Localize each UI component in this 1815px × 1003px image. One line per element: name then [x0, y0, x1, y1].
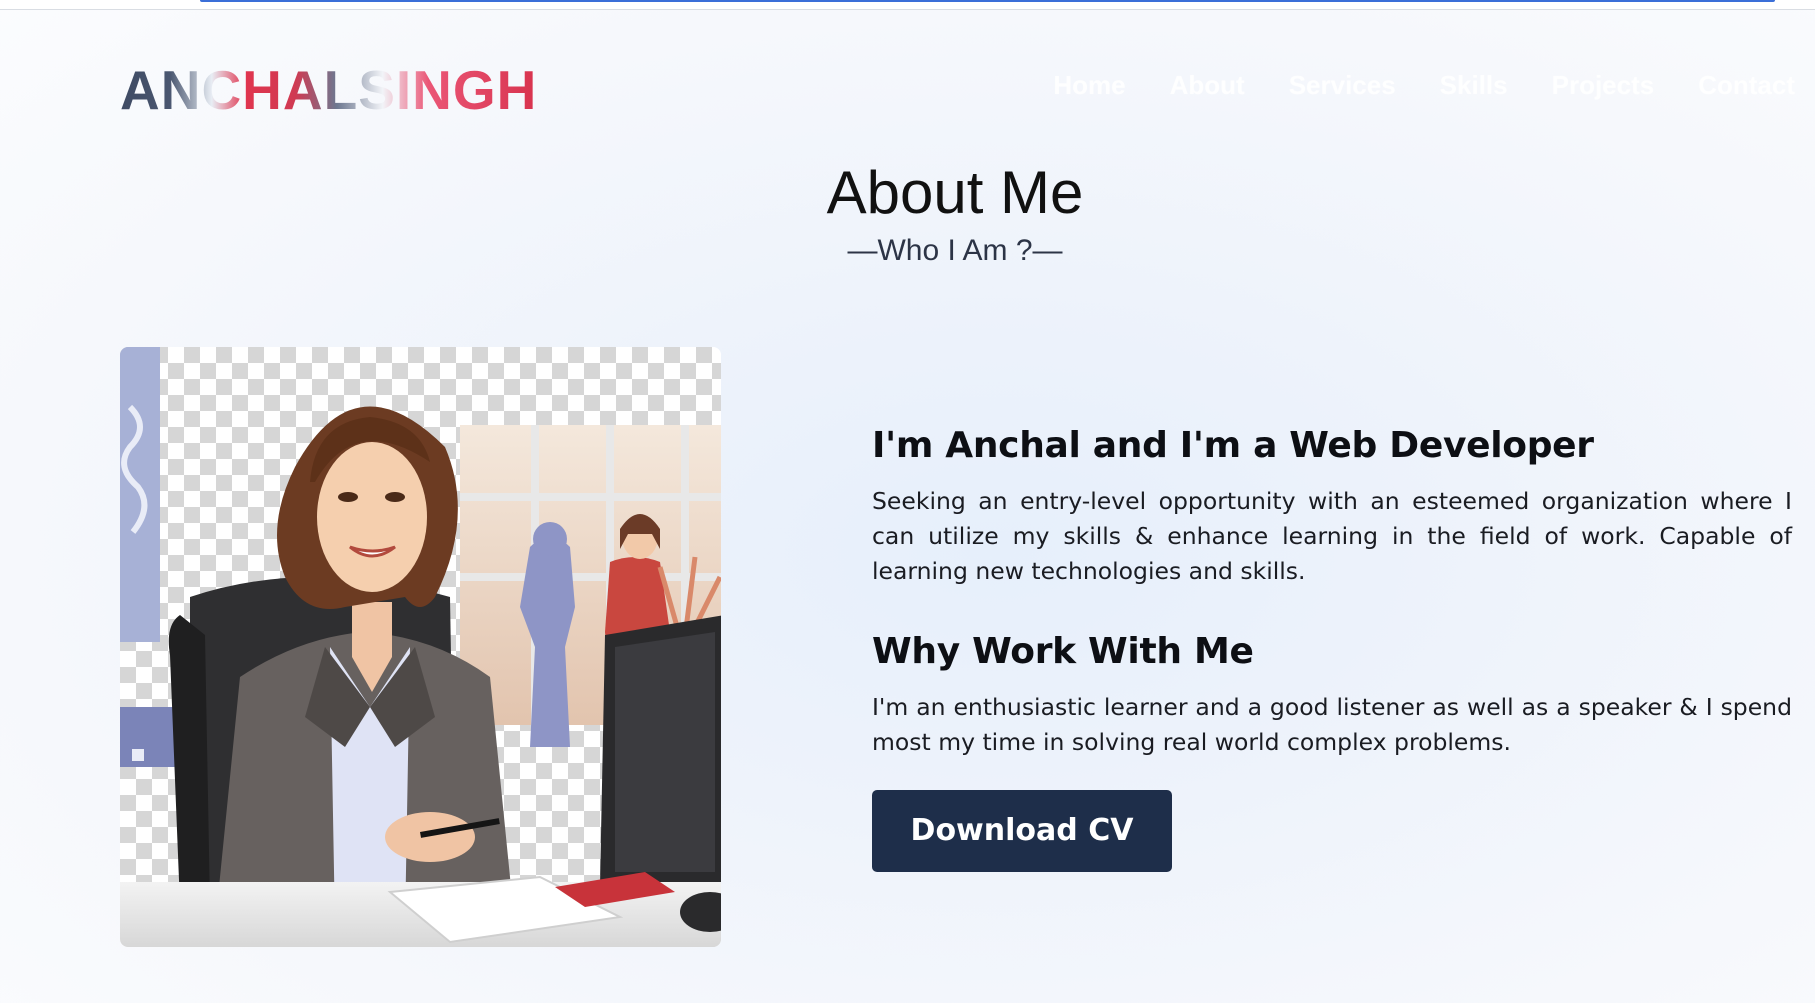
section-title: About Me: [826, 159, 1084, 226]
why-heading: Why Work With Me: [872, 631, 1254, 672]
section-subtitle: —Who I Am ?—: [847, 234, 1063, 267]
about-content: I'm Anchal and I'm a Web Developer Seeki…: [872, 425, 1792, 872]
profile-illustration: [120, 347, 721, 947]
intro-paragraph: Seeking an entry-level opportunity with …: [872, 487, 1792, 585]
nav-about[interactable]: About: [1170, 70, 1245, 101]
main-nav: Home About Services Skills Projects Cont…: [1009, 70, 1795, 101]
page-progress-bar: [200, 0, 1775, 2]
download-cv-button[interactable]: Download CV: [872, 790, 1172, 872]
office-woman-illustration: [120, 347, 721, 947]
why-paragraph: I'm an enthusiastic learner and a good l…: [872, 693, 1792, 756]
nav-skills[interactable]: Skills: [1440, 70, 1508, 101]
intro-heading: I'm Anchal and I'm a Web Developer: [872, 425, 1594, 466]
nav-contact[interactable]: Contact: [1698, 70, 1795, 101]
nav-home[interactable]: Home: [1053, 70, 1125, 101]
nav-services[interactable]: Services: [1289, 70, 1396, 101]
site-logo[interactable]: ANCHALSINGH: [120, 58, 537, 122]
nav-projects[interactable]: Projects: [1552, 70, 1655, 101]
browser-top-strip: [0, 0, 1815, 10]
